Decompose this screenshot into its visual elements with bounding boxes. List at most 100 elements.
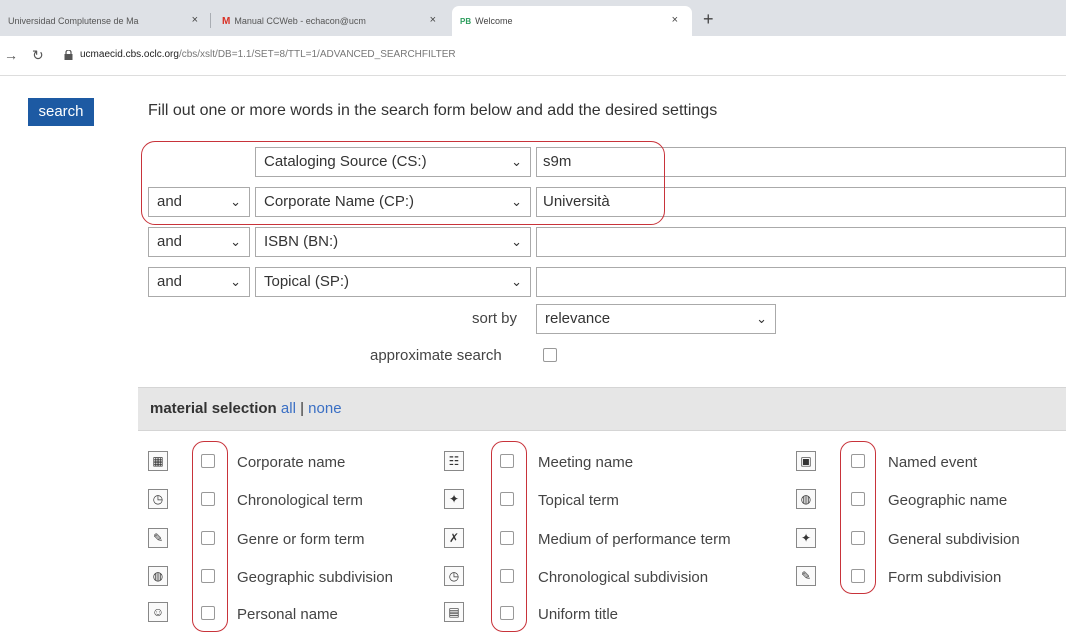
tab-complutense[interactable]: Universidad Complutense de Ma × (0, 6, 208, 36)
medium-of-performance-icon: ✗ (444, 528, 464, 548)
material-label: Form subdivision (888, 569, 1002, 586)
material-checkbox[interactable] (201, 606, 215, 620)
topical-term-icon: ✦ (444, 489, 464, 509)
material-checkbox[interactable] (851, 492, 865, 506)
material-checkbox[interactable] (201, 531, 215, 545)
globe-icon: ◍ (148, 566, 168, 586)
link-separator: | (300, 400, 304, 417)
url-path: /cbs/xslt/DB=1.1/SET=8/TTL=1/ADVANCED_SE… (178, 49, 456, 60)
close-icon[interactable]: × (430, 14, 436, 26)
material-label: Chronological term (237, 492, 363, 509)
field-select-4[interactable]: Topical (SP:) ⌄ (255, 267, 531, 297)
material-checkbox[interactable] (201, 454, 215, 468)
field-select-2[interactable]: Corporate Name (CP:) ⌄ (255, 187, 531, 217)
url-host: ucmaecid.cbs.oclc.org (80, 49, 179, 60)
general-subdivision-icon: ✦ (796, 528, 816, 548)
field-select-value: Cataloging Source (CS:) (264, 153, 427, 170)
close-icon[interactable]: × (672, 14, 678, 26)
clock-icon: ◷ (444, 566, 464, 586)
clock-icon: ◷ (148, 489, 168, 509)
material-checkbox[interactable] (500, 492, 514, 506)
named-event-icon: ▣ (796, 451, 816, 471)
material-label: Meeting name (538, 454, 634, 471)
chevron-down-icon: ⌄ (230, 274, 241, 289)
chevron-down-icon: ⌄ (756, 311, 767, 326)
form-subdivision-icon: ✎ (796, 566, 816, 586)
operator-select-value: and (157, 233, 183, 250)
tab-welcome[interactable]: PB Welcome × (452, 6, 692, 36)
material-label: Chronological subdivision (538, 569, 709, 586)
sort-select-value: relevance (545, 310, 611, 327)
address-bar: → ↻ ucmaecid.cbs.oclc.org/cbs/xslt/DB=1.… (0, 36, 1066, 76)
operator-select-4[interactable]: and ⌄ (148, 267, 250, 297)
material-checkbox[interactable] (851, 531, 865, 545)
material-checkbox[interactable] (500, 569, 514, 583)
search-button[interactable]: search (28, 98, 94, 126)
search-term-input-3[interactable] (536, 227, 1066, 257)
material-label: Personal name (237, 606, 338, 623)
field-select-3[interactable]: ISBN (BN:) ⌄ (255, 227, 531, 257)
operator-select-2[interactable]: and ⌄ (148, 187, 250, 217)
field-select-value: Topical (SP:) (264, 273, 350, 290)
genre-form-icon: ✎ (148, 528, 168, 548)
material-label: Medium of performance term (538, 531, 731, 548)
material-label: Named event (888, 454, 978, 471)
approximate-search-label: approximate search (370, 347, 502, 364)
uniform-title-icon: ▤ (444, 602, 464, 622)
sort-by-label: sort by (472, 310, 518, 327)
chevron-down-icon: ⌄ (511, 234, 522, 249)
chevron-down-icon: ⌄ (230, 234, 241, 249)
lock-icon (64, 50, 73, 60)
url-field[interactable]: ucmaecid.cbs.oclc.org/cbs/xslt/DB=1.1/SE… (80, 49, 456, 60)
material-checkbox[interactable] (851, 454, 865, 468)
field-select-value: ISBN (BN:) (264, 233, 339, 250)
new-tab-button[interactable]: + (703, 9, 714, 30)
meeting-name-icon: ☷ (444, 451, 464, 471)
material-checkbox[interactable] (500, 606, 514, 620)
material-checkbox[interactable] (500, 454, 514, 468)
material-checkbox[interactable] (500, 531, 514, 545)
material-label: Geographic subdivision (237, 569, 393, 586)
search-term-input-2[interactable]: Università (536, 187, 1066, 217)
material-label: Topical term (538, 492, 619, 509)
operator-select-3[interactable]: and ⌄ (148, 227, 250, 257)
chevron-down-icon: ⌄ (230, 194, 241, 209)
search-term-input-1[interactable]: s9m (536, 147, 1066, 177)
person-icon: ☺ (148, 602, 168, 622)
material-label: Corporate name (237, 454, 346, 471)
gmail-icon: M (222, 15, 231, 27)
operator-select-value: and (157, 273, 183, 290)
search-term-input-4[interactable] (536, 267, 1066, 297)
search-instructions: Fill out one or more words in the search… (148, 102, 718, 119)
sort-select[interactable]: relevance ⌄ (536, 304, 776, 334)
material-selection-title: material selection (150, 400, 277, 417)
material-label: General subdivision (888, 531, 1020, 548)
select-none-link[interactable]: none (308, 400, 341, 417)
tab-label: Welcome (475, 16, 513, 26)
corporate-name-icon: ▦ (148, 451, 168, 471)
close-icon[interactable]: × (192, 14, 198, 26)
material-label: Geographic name (888, 492, 1008, 509)
material-checkbox[interactable] (851, 569, 865, 583)
browser-tab-bar: Universidad Complutense de Ma × M Manual… (0, 0, 1066, 36)
tab-manual-ccweb[interactable]: M Manual CCWeb - echacon@ucm × (214, 6, 444, 36)
material-checkbox[interactable] (201, 492, 215, 506)
globe-icon: ◍ (796, 489, 816, 509)
operator-select-value: and (157, 193, 183, 210)
material-checkbox[interactable] (201, 569, 215, 583)
site-favicon-icon: PB (460, 16, 472, 26)
reload-icon[interactable]: ↻ (32, 47, 44, 64)
forward-arrow-icon[interactable]: → (4, 47, 18, 63)
material-label: Uniform title (538, 606, 619, 623)
approximate-search-checkbox[interactable] (543, 348, 557, 362)
chevron-down-icon: ⌄ (511, 194, 522, 209)
tab-label: Manual CCWeb - echacon@ucm (234, 16, 366, 26)
tab-label: Universidad Complutense de Ma (8, 16, 139, 26)
material-selection-header: material selection all | none (138, 387, 1066, 431)
material-label: Genre or form term (237, 531, 365, 548)
select-all-link[interactable]: all (281, 400, 296, 417)
chevron-down-icon: ⌄ (511, 154, 522, 169)
tab-separator (210, 13, 211, 28)
field-select-value: Corporate Name (CP:) (264, 193, 415, 210)
field-select-1[interactable]: Cataloging Source (CS:) ⌄ (255, 147, 531, 177)
